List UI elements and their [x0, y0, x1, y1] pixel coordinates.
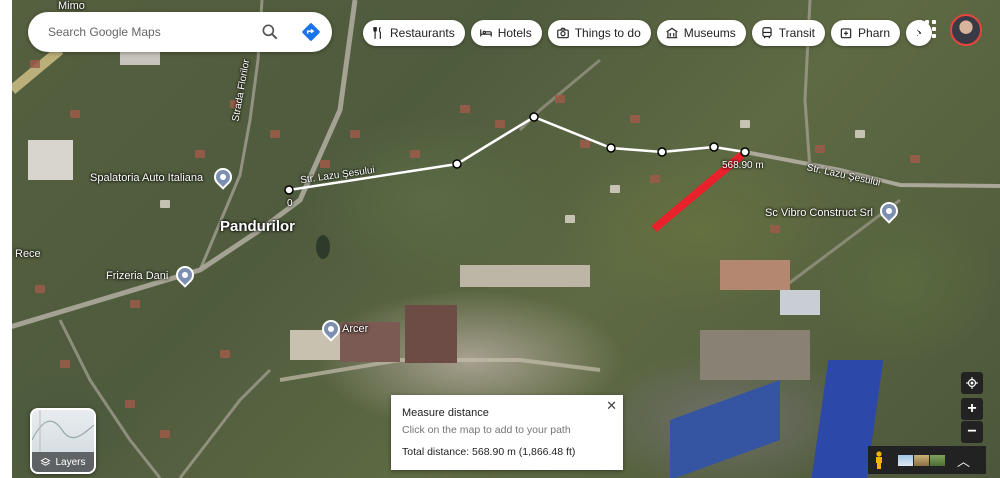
bottom-toolbar: ︿ [868, 446, 986, 474]
map-thumbnail [32, 410, 94, 452]
search-input[interactable] [46, 24, 250, 40]
layers-label-bar: Layers [32, 452, 94, 472]
chip-hotels[interactable]: Hotels [470, 20, 542, 46]
neighborhood-label-pandurilor: Pandurilor [220, 218, 296, 235]
location-target-icon [966, 377, 978, 389]
chip-label: Transit [778, 26, 816, 40]
imagery-thumbnails[interactable] [898, 454, 945, 466]
path-vertex [740, 147, 750, 157]
path-vertex [452, 159, 462, 169]
place-label-mimo: Mimo [58, 0, 85, 12]
chip-things-to-do[interactable]: Things to do [547, 20, 651, 46]
place-label-frizeria[interactable]: Frizeria Dani [106, 270, 168, 282]
place-label-spalatoria[interactable]: Spalatoria Auto Italiana [90, 172, 203, 184]
close-icon[interactable]: ✕ [606, 398, 617, 414]
pegman-icon[interactable] [874, 451, 884, 469]
imagery-thumb[interactable] [914, 454, 929, 466]
camera-icon [556, 27, 569, 39]
imagery-thumb[interactable] [930, 454, 945, 466]
layers-icon [40, 457, 52, 466]
measure-total: Total distance: 568.90 m (1,866.48 ft) [402, 446, 576, 458]
zoom-in-button[interactable]: + [961, 398, 983, 420]
chevron-up-icon[interactable]: ︿ [957, 451, 970, 470]
search-box [28, 12, 332, 52]
fork-knife-icon [373, 26, 381, 39]
my-location-button[interactable] [961, 372, 983, 394]
path-vertex [529, 112, 539, 122]
chip-pharmacy[interactable]: Pharn [831, 20, 901, 46]
category-chips: Restaurants Hotels Things to do Museums … [363, 20, 933, 46]
chip-transit[interactable]: Transit [751, 20, 826, 46]
museum-icon [666, 27, 678, 39]
chip-label: Things to do [574, 26, 641, 40]
avatar[interactable] [950, 14, 982, 46]
path-vertex [284, 185, 294, 195]
place-label-sc-vibro[interactable]: Sc Vibro Construct Srl [765, 207, 873, 219]
measure-title: Measure distance [402, 407, 489, 419]
measure-hint: Click on the map to add to your path [402, 424, 571, 436]
bus-icon [762, 27, 772, 39]
chip-museums[interactable]: Museums [656, 20, 746, 46]
chip-label: Pharn [858, 26, 891, 40]
pharmacy-icon [840, 28, 852, 39]
chip-label: Museums [683, 26, 736, 40]
path-vertex [606, 143, 616, 153]
chip-restaurants[interactable]: Restaurants [363, 20, 465, 46]
path-vertex [709, 142, 719, 152]
apps-grid-icon[interactable] [918, 20, 936, 38]
directions-icon[interactable] [301, 22, 321, 42]
layers-label: Layers [55, 456, 86, 468]
path-start-label: 0 [287, 198, 293, 209]
chip-label: Hotels [497, 26, 532, 40]
path-distance-label: 568.90 m [722, 160, 764, 171]
left-edge-strip [0, 0, 12, 478]
imagery-thumb[interactable] [898, 454, 913, 466]
place-label-rece: Rece [15, 248, 41, 260]
chip-label: Restaurants [390, 26, 455, 40]
search-icon[interactable] [260, 22, 280, 42]
measure-distance-panel: Measure distance Click on the map to add… [391, 395, 623, 470]
zoom-out-button[interactable]: − [961, 421, 983, 443]
bed-icon [479, 29, 492, 37]
place-label-arcer[interactable]: Arcer [342, 323, 368, 335]
path-vertex [657, 147, 667, 157]
layers-button[interactable]: Layers [30, 408, 96, 474]
